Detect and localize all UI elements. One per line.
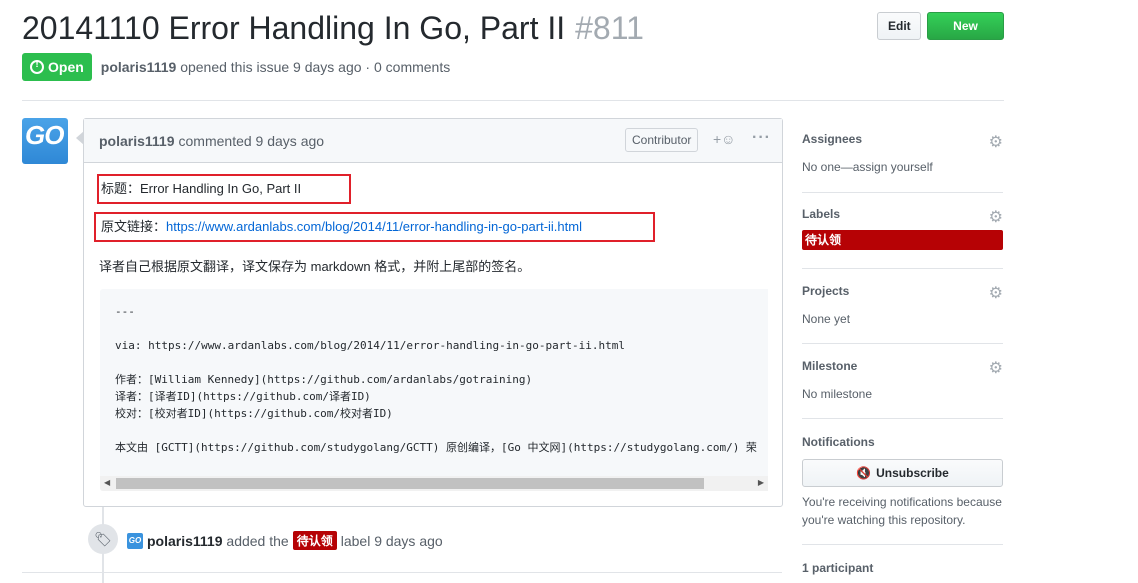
notifications-title: Notifications [802, 435, 875, 449]
issue-author-link[interactable]: polaris1119 [101, 59, 177, 75]
header-actions: Edit New issue [877, 12, 1004, 59]
avatar-logo: GO [25, 120, 64, 150]
issue-opened-icon [30, 59, 44, 74]
smiley-icon[interactable]: +☺ [713, 131, 735, 147]
issue-meta-suffix: opened this issue 9 days ago · 0 comment… [180, 59, 451, 75]
timeline-event: GO polaris1119 added the 待认领 label 9 day… [127, 531, 443, 550]
gear-icon[interactable]: ⚙ [989, 132, 1003, 152]
avatar[interactable]: GO [22, 118, 68, 164]
edit-button[interactable]: Edit [877, 12, 921, 40]
timeline-divider [22, 572, 782, 573]
projects-title[interactable]: Projects [802, 284, 1003, 298]
state-badge: Open [22, 53, 92, 81]
tag-icon: 🏷 [88, 524, 118, 554]
comment-box: polaris1119 commented 9 days ago Contrib… [76, 118, 783, 507]
unsubscribe-label: Unsubscribe [876, 466, 949, 480]
assignees-title[interactable]: Assignees [802, 132, 1003, 146]
kebab-icon[interactable]: ··· [752, 129, 771, 147]
issue-meta: Open polaris1119 opened this issue 9 day… [22, 52, 1004, 82]
mute-icon: 🔇 [856, 466, 872, 480]
title-line: 标题：Error Handling In Go, Part II [97, 174, 351, 204]
issue-sidebar: Assignees ⚙ No one—assign yourself Label… [802, 118, 1003, 575]
avatar[interactable]: GO [127, 532, 143, 549]
milestone-title[interactable]: Milestone [802, 359, 1003, 373]
source-link-line: 原文链接：https://www.ardanlabs.com/blog/2014… [94, 212, 655, 242]
code-block: --- via: https://www.ardanlabs.com/blog/… [100, 289, 768, 491]
code-content: --- via: https://www.ardanlabs.com/blog/… [115, 305, 757, 454]
issue-title-text: 20141110 Error Handling In Go, Part II [22, 10, 566, 46]
labels-title[interactable]: Labels [802, 207, 1003, 221]
gear-icon[interactable]: ⚙ [989, 358, 1003, 378]
participants-count: 1 participant [802, 561, 874, 575]
scroll-thumb[interactable] [116, 478, 704, 489]
comment-author[interactable]: polaris1119 [99, 133, 175, 149]
notifications-section: Notifications 🔇 Unsubscribe You're recei… [802, 419, 1003, 545]
milestone-value: No milestone [802, 387, 873, 401]
header-divider [22, 100, 1004, 101]
unsubscribe-button[interactable]: 🔇 Unsubscribe [802, 459, 1003, 487]
event-actor[interactable]: polaris1119 [147, 533, 223, 549]
translator-note: 译者自己根据原文翻译，译文保存为 markdown 格式，并附上尾部的签名。 [99, 259, 531, 274]
issue-meta-text: polaris1119 opened this issue 9 days ago… [101, 59, 450, 75]
comment-timestamp[interactable]: commented 9 days ago [179, 133, 325, 149]
participants-section: 1 participant [802, 545, 1003, 575]
source-link-prefix: 原文链接： [101, 219, 167, 234]
projects-section: Projects ⚙ None yet [802, 269, 1003, 344]
issue-title: 20141110 Error Handling In Go, Part II #8… [22, 8, 644, 48]
assignees-value[interactable]: No one—assign yourself [802, 160, 1003, 174]
gear-icon[interactable]: ⚙ [989, 207, 1003, 227]
event-suffix: label 9 days ago [340, 532, 443, 549]
state-label: Open [48, 59, 84, 75]
contributor-badge: Contributor [625, 128, 699, 152]
horizontal-scrollbar[interactable]: ◀ ▶ [100, 476, 768, 491]
assignees-section: Assignees ⚙ No one—assign yourself [802, 118, 1003, 193]
milestone-section: Milestone ⚙ No milestone [802, 344, 1003, 419]
labels-section: Labels ⚙ 待认领 [802, 193, 1003, 269]
issue-header: 20141110 Error Handling In Go, Part II #8… [22, 8, 1004, 82]
issue-number: #811 [575, 10, 644, 46]
source-link[interactable]: https://www.ardanlabs.com/blog/2014/11/e… [166, 219, 582, 234]
label-item[interactable]: 待认领 [802, 230, 1003, 250]
event-action: added the [226, 532, 289, 549]
notifications-text: You're receiving notifications because y… [802, 495, 1002, 527]
scroll-left-icon[interactable]: ◀ [104, 478, 110, 487]
gear-icon[interactable]: ⚙ [989, 283, 1003, 303]
comment-header: polaris1119 commented 9 days ago Contrib… [84, 119, 782, 163]
scroll-right-icon[interactable]: ▶ [758, 478, 764, 487]
event-label[interactable]: 待认领 [292, 531, 337, 550]
projects-value: None yet [802, 312, 851, 326]
new-issue-button[interactable]: New issue [927, 12, 1004, 59]
